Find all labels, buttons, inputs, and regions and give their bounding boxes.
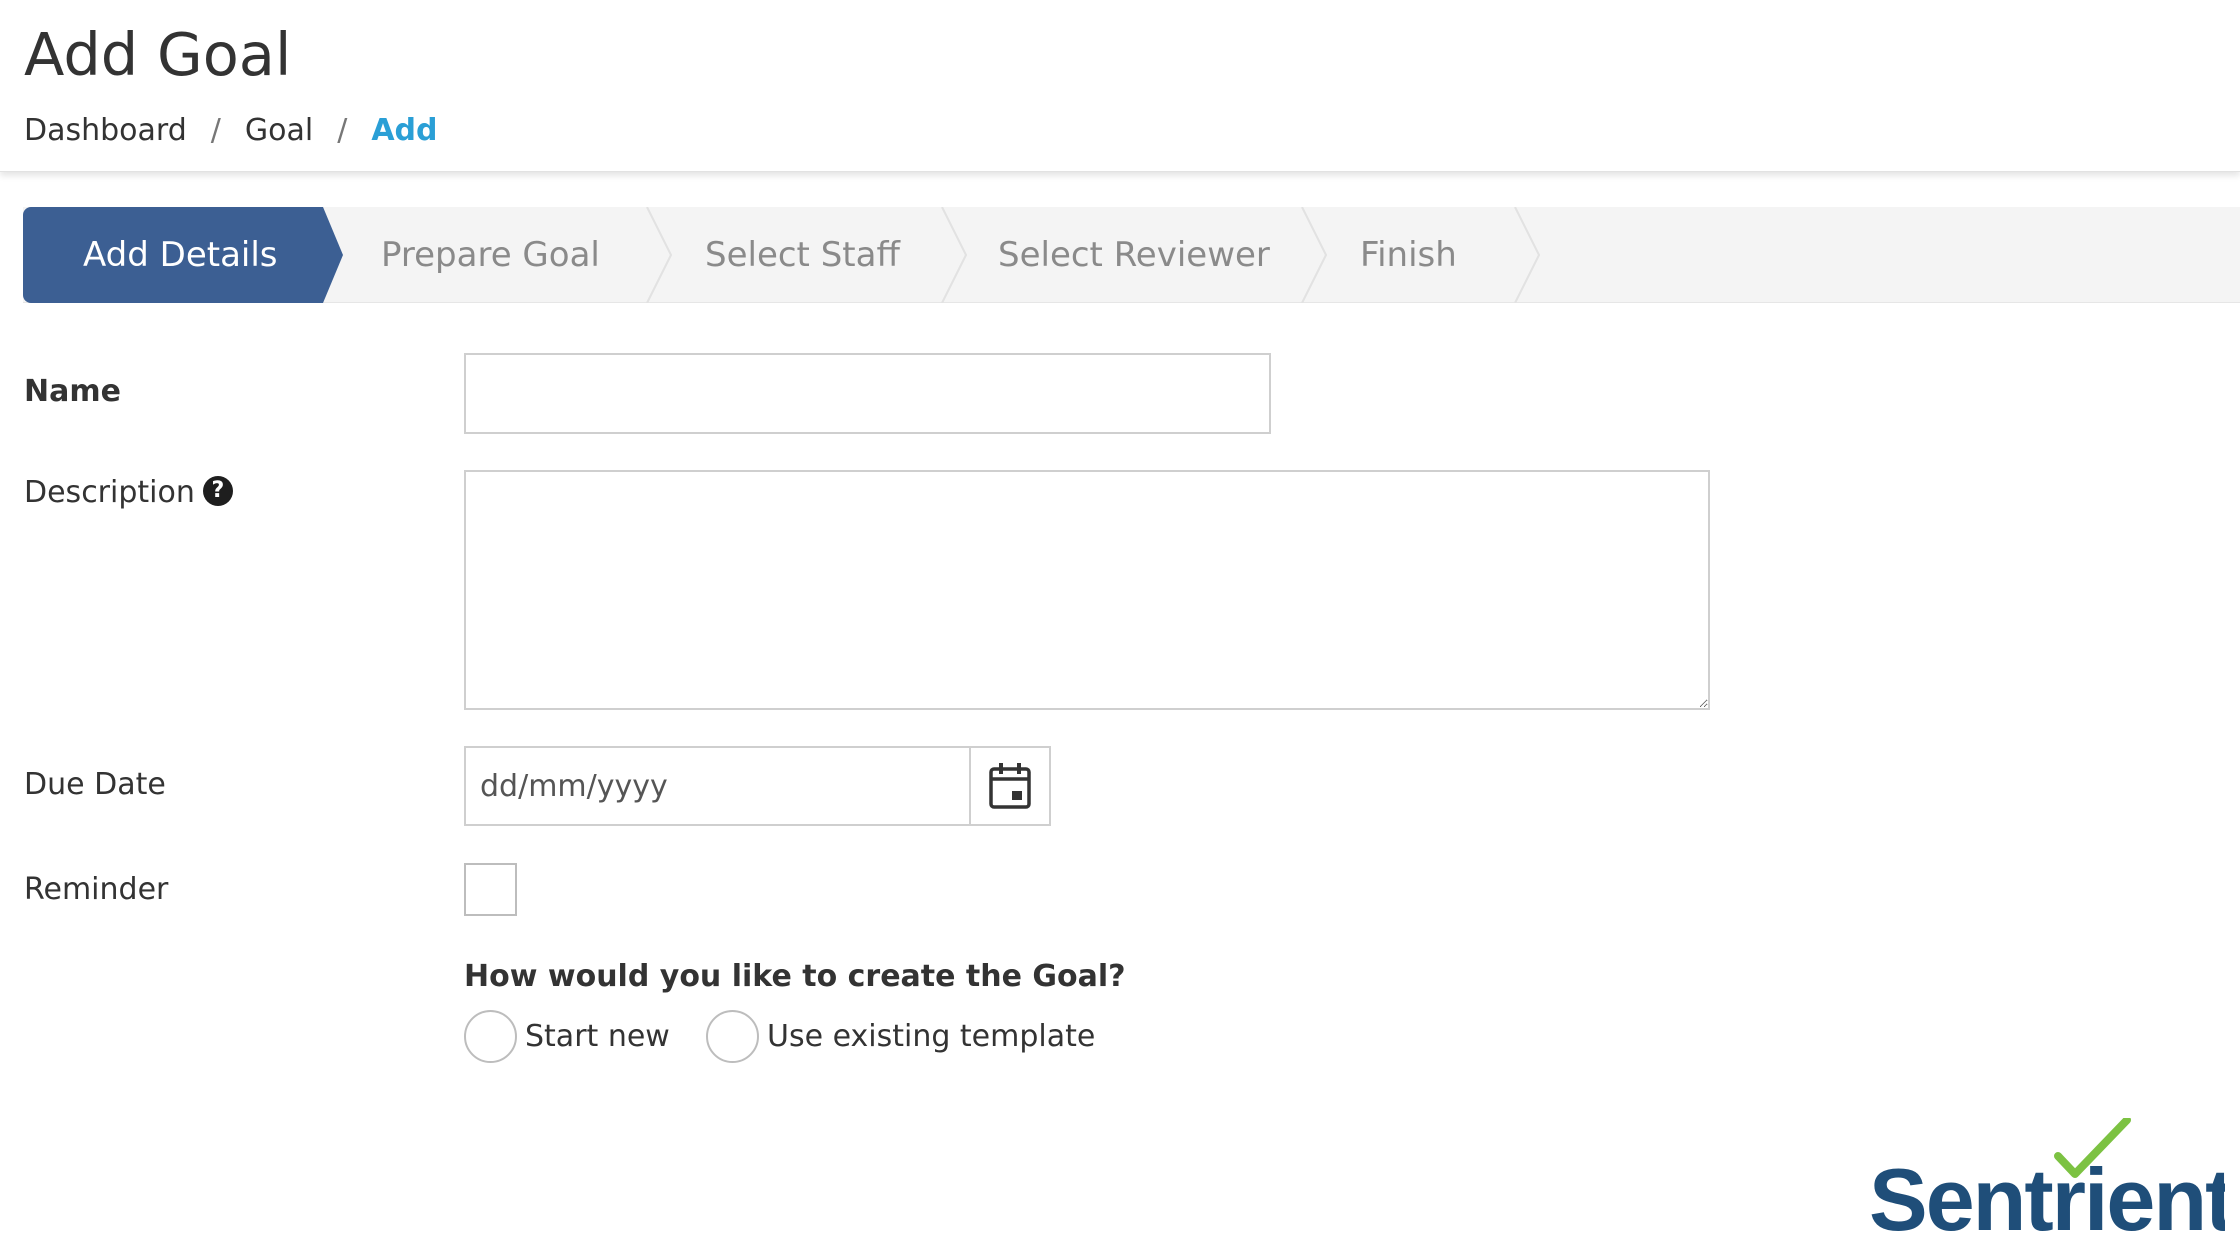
breadcrumb-add-current: Add	[371, 113, 438, 148]
breadcrumb-dashboard[interactable]: Dashboard	[24, 112, 187, 150]
description-label: Description	[24, 475, 195, 510]
wizard-steps: Add Details Prepare Goal Select Staff Se…	[23, 207, 2240, 303]
calendar-icon	[989, 763, 1031, 809]
radio-circle[interactable]	[464, 1010, 517, 1063]
help-icon[interactable]: ?	[202, 475, 233, 506]
logo-text: Sentrient	[1869, 1150, 2225, 1238]
add-goal-page: Add Goal Dashboard / Goal / Add Add Deta…	[0, 0, 2240, 1260]
wizard-step-prepare-goal[interactable]: Prepare Goal	[381, 207, 600, 303]
wizard-step-select-reviewer[interactable]: Select Reviewer	[998, 207, 1270, 303]
wizard-step-label: Prepare Goal	[381, 235, 600, 275]
name-label: Name	[24, 374, 121, 409]
wizard-step-select-staff[interactable]: Select Staff	[705, 207, 900, 303]
breadcrumb: Dashboard / Goal / Add	[24, 112, 437, 150]
due-date-label: Due Date	[24, 767, 166, 802]
wizard-step-label: Select Staff	[705, 235, 900, 275]
wizard-step-label: Add Details	[83, 235, 278, 275]
breadcrumb-goal[interactable]: Goal	[245, 112, 313, 150]
description-label-row: Description?	[24, 473, 233, 513]
calendar-button[interactable]	[969, 748, 1049, 824]
radio-label: Use existing template	[767, 1019, 1096, 1054]
step-divider-icon	[645, 207, 675, 303]
wizard-step-label: Select Reviewer	[998, 235, 1270, 275]
radio-start-new[interactable]: Start new	[464, 1010, 670, 1063]
breadcrumb-separator: /	[337, 113, 348, 148]
radio-label: Start new	[525, 1019, 670, 1054]
radio-circle[interactable]	[706, 1010, 759, 1063]
page-header: Add Goal Dashboard / Goal / Add	[0, 0, 2240, 172]
due-date-input[interactable]	[466, 748, 969, 824]
radio-use-existing-template[interactable]: Use existing template	[706, 1010, 1095, 1063]
reminder-label: Reminder	[24, 872, 169, 907]
description-textarea[interactable]	[464, 470, 1710, 710]
step-divider-icon	[1300, 207, 1330, 303]
wizard-step-label: Finish	[1360, 235, 1457, 275]
wizard-step-finish[interactable]: Finish	[1360, 207, 1457, 303]
create-method-question: How would you like to create the Goal?	[464, 959, 1126, 994]
name-input[interactable]	[464, 353, 1271, 434]
due-date-field	[464, 746, 1051, 826]
page-title: Add Goal	[24, 20, 292, 89]
breadcrumb-separator: /	[210, 113, 221, 148]
reminder-checkbox[interactable]	[464, 863, 517, 916]
step-divider-icon	[1513, 207, 1543, 303]
step-divider-icon	[940, 207, 970, 303]
wizard-step-add-details[interactable]: Add Details	[23, 207, 343, 303]
sentrient-logo: Sentrient	[1865, 1116, 2236, 1249]
